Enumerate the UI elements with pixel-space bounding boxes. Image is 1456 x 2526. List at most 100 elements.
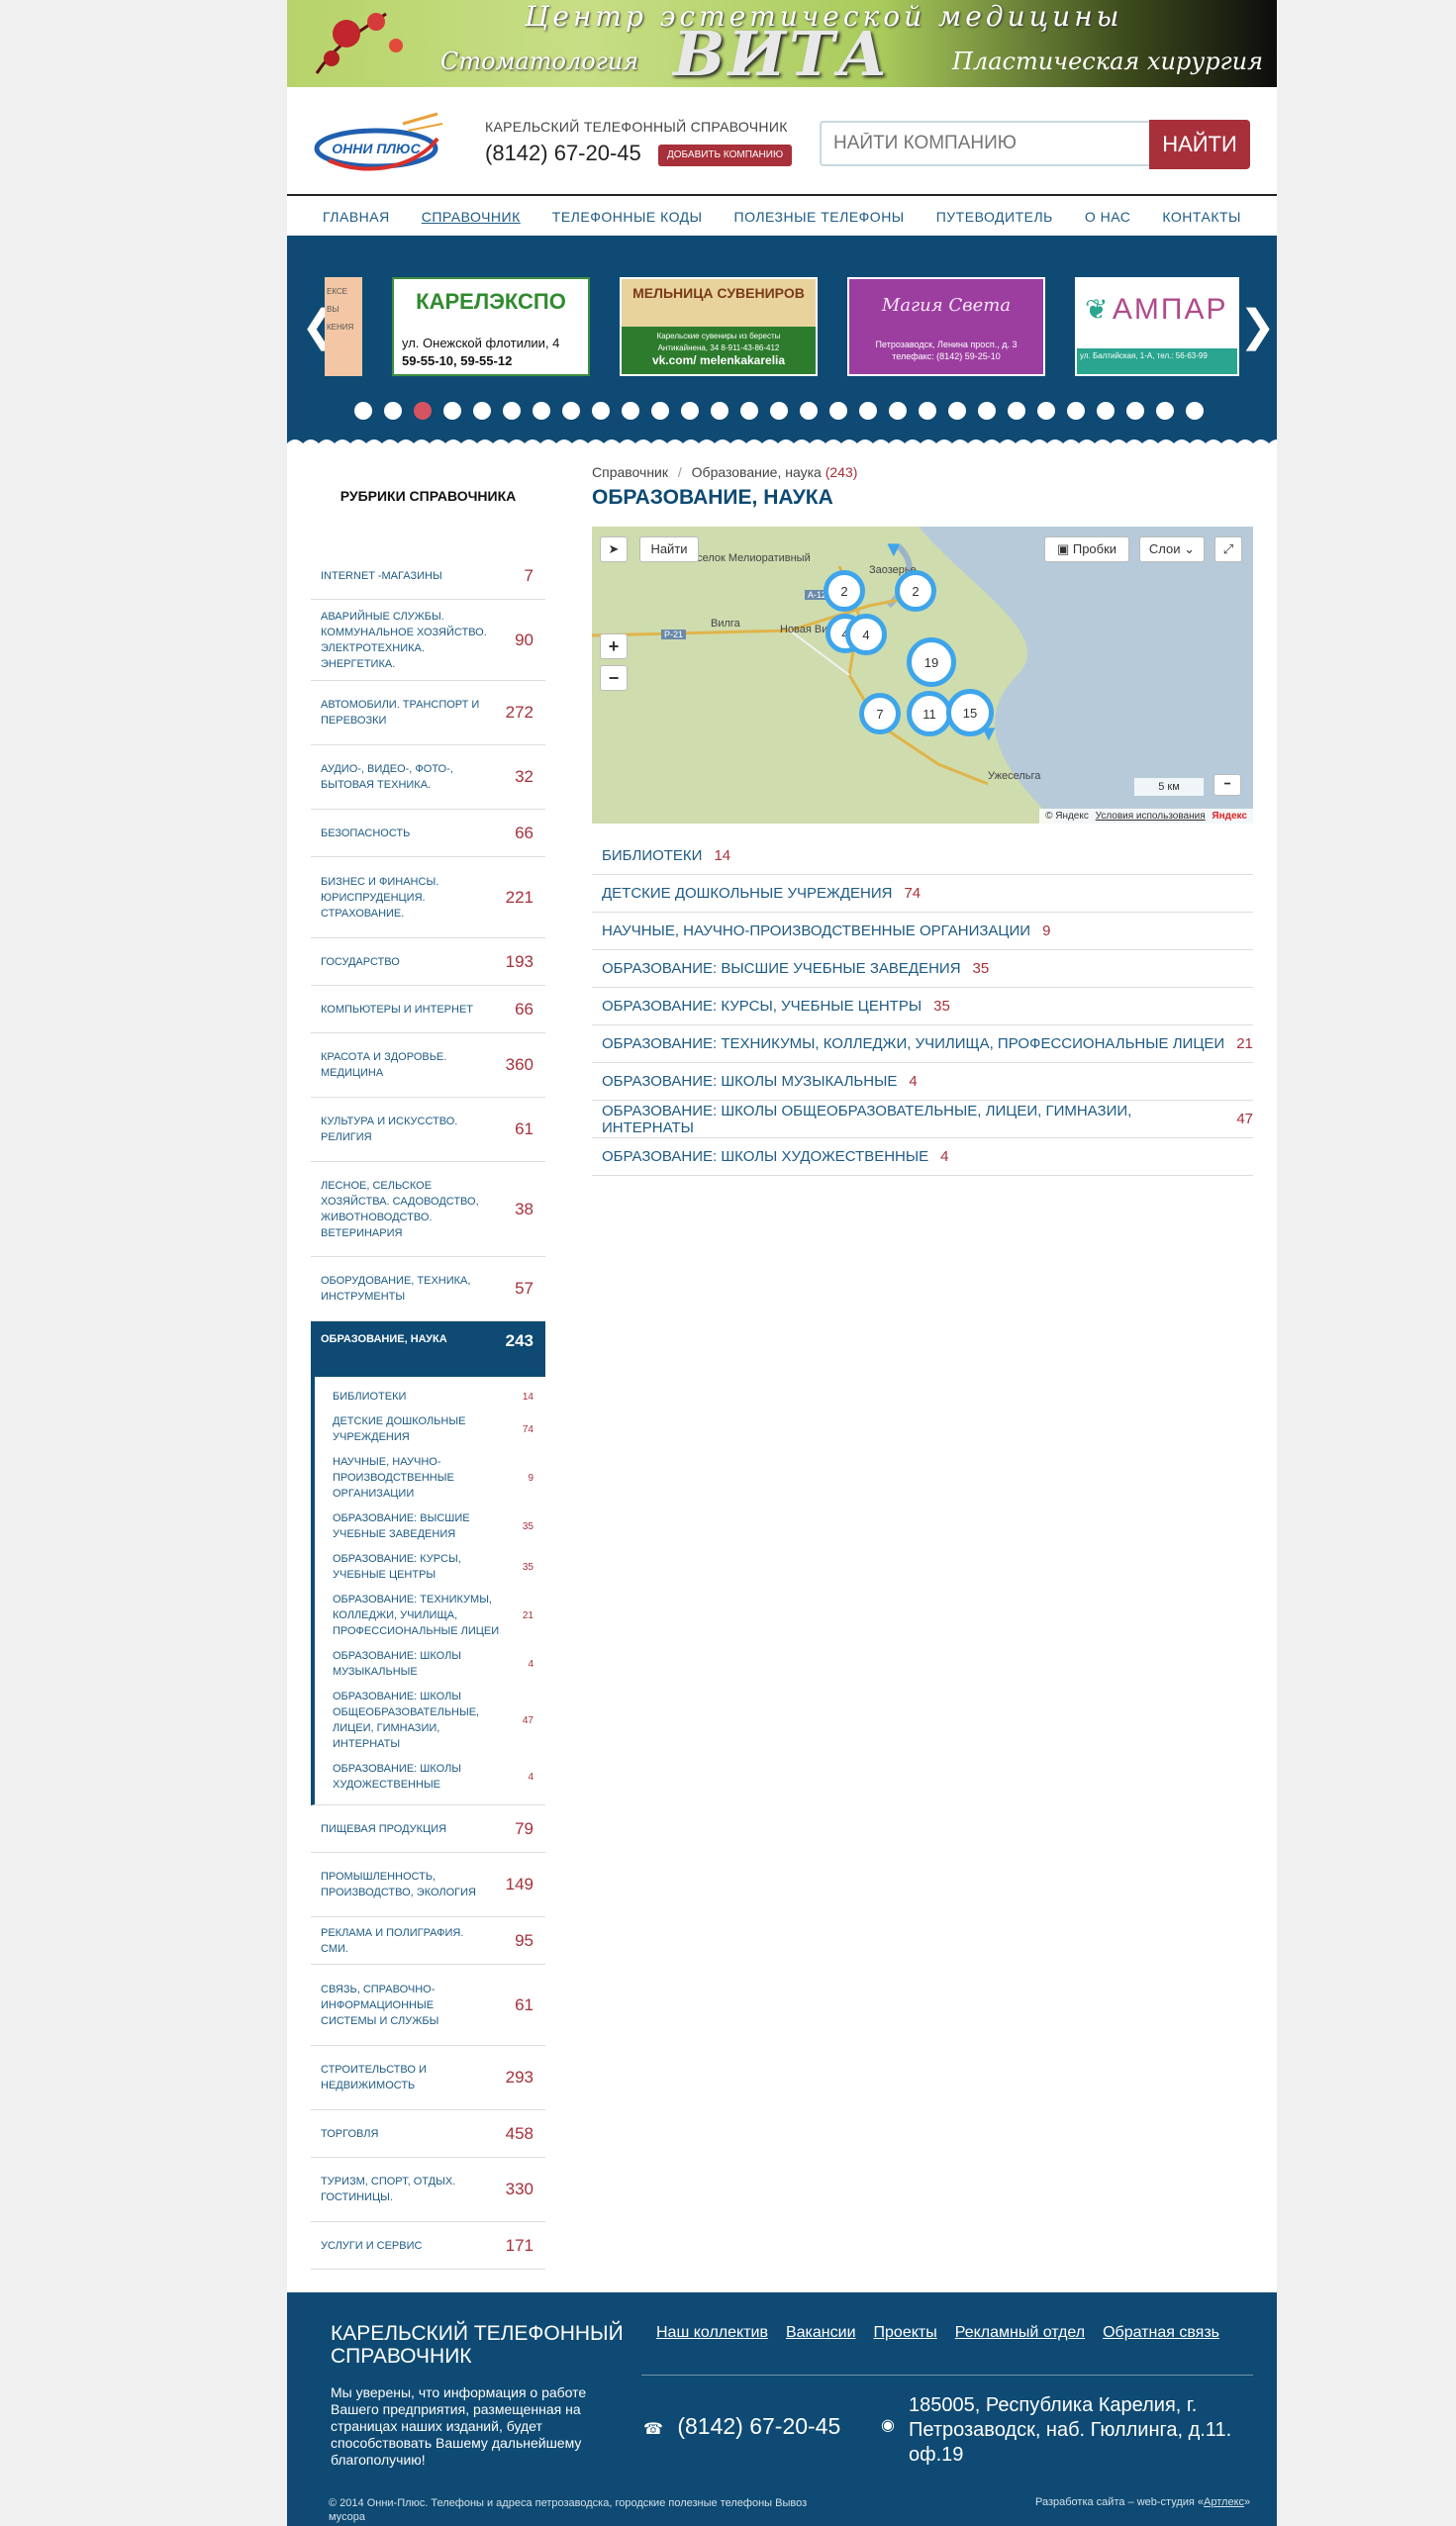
carousel-dot[interactable] <box>681 402 699 420</box>
map-pin-icon[interactable]: ▼ <box>883 536 905 562</box>
nav-guide[interactable]: ПУТЕВОДИТЕЛЬ <box>936 209 1053 225</box>
traffic-button[interactable]: ▣ Пробки <box>1044 536 1129 562</box>
footer-link-team[interactable]: Наш коллектив <box>656 2324 768 2342</box>
nav-home[interactable]: ГЛАВНАЯ <box>323 209 390 225</box>
sidebar-item[interactable]: КУЛЬТУРА И ИСКУССТВО. РЕЛИГИЯ 61 <box>311 1098 545 1162</box>
carousel-slide-partial[interactable]: ЕКСЕ ВЫ КЕНИЯ <box>325 277 362 376</box>
category-row[interactable]: ОБРАЗОВАНИЕ: КУРСЫ, УЧЕБНЫЕ ЦЕНТРЫ 35 <box>592 988 1253 1025</box>
footer-link-feedback[interactable]: Обратная связь <box>1103 2324 1219 2342</box>
sidebar-item[interactable]: ОБОРУДОВАНИЕ, ТЕХНИКА, ИНСТРУМЕНТЫ 57 <box>311 1257 545 1321</box>
carousel-dot[interactable] <box>1186 402 1204 420</box>
sidebar-item[interactable]: УСЛУГИ И СЕРВИС 171 <box>311 2222 545 2270</box>
category-row[interactable]: ОБРАЗОВАНИЕ: ШКОЛЫ ХУДОЖЕСТВЕННЫЕ 4 <box>592 1138 1253 1176</box>
category-link[interactable]: ОБРАЗОВАНИЕ: ШКОЛЫ ХУДОЖЕСТВЕННЫЕ <box>602 1148 928 1165</box>
carousel-dot[interactable] <box>443 402 461 420</box>
sidebar-item[interactable]: БЕЗОПАСНОСТЬ 66 <box>311 810 545 857</box>
sidebar-item[interactable]: БИЗНЕС И ФИНАНСЫ. ЮРИСПРУДЕНЦИЯ. СТРАХОВ… <box>311 857 545 938</box>
category-row[interactable]: ОБРАЗОВАНИЕ: ШКОЛЫ ОБЩЕОБРАЗОВАТЕЛЬНЫЕ, … <box>592 1101 1253 1138</box>
yandex-map[interactable]: Заозерье поселок Мелиоративный Вилга Нов… <box>592 527 1253 824</box>
carousel-dot[interactable] <box>1097 402 1115 420</box>
fullscreen-button[interactable]: ⤢ <box>1214 536 1242 562</box>
carousel-dot[interactable] <box>1156 402 1174 420</box>
sidebar-item[interactable]: ПРОМЫШЛЕННОСТЬ, ПРОИЗВОДСТВО, ЭКОЛОГИЯ 14… <box>311 1853 545 1917</box>
layers-button[interactable]: Слои ⌄ <box>1139 536 1205 562</box>
carousel-slide-magia-sveta[interactable]: Магия Света Петрозаводск, Ленина просп.,… <box>847 277 1045 376</box>
sidebar-item[interactable]: КРАСОТА И ЗДОРОВЬЕ. МЕДИЦИНА 360 <box>311 1033 545 1098</box>
sidebar-item-active[interactable]: ОБРАЗОВАНИЕ, НАУКА 243 <box>311 1321 545 1377</box>
map-cluster[interactable]: 2 <box>895 570 936 612</box>
zoom-in-button[interactable]: + <box>600 633 628 659</box>
category-link[interactable]: ДЕТСКИЕ ДОШКОЛЬНЫЕ УЧРЕЖДЕНИЯ <box>602 885 892 902</box>
sidebar-item[interactable]: АВТОМОБИЛИ. ТРАНСПОРТ И ПЕРЕВОЗКИ 272 <box>311 681 545 745</box>
sidebar-item[interactable]: INTERNET -МАГАЗИНЫ 7 <box>311 552 545 600</box>
map-cluster[interactable]: 19 <box>907 637 956 687</box>
category-link[interactable]: НАУЧНЫЕ, НАУЧНО-ПРОИЗВОДСТВЕННЫЕ ОРГАНИЗ… <box>602 923 1030 939</box>
ruler-button[interactable]: ━ <box>1213 774 1241 796</box>
nav-phone-codes[interactable]: ТЕЛЕФОННЫЕ КОДЫ <box>552 209 703 225</box>
category-link[interactable]: ОБРАЗОВАНИЕ: ВЫСШИЕ УЧЕБНЫЕ ЗАВЕДЕНИЯ <box>602 960 961 977</box>
footer-link-vacancies[interactable]: Вакансии <box>786 2324 856 2342</box>
sidebar-subitem[interactable]: ОБРАЗОВАНИЕ: ШКОЛЫ ХУДОЖЕСТВЕННЫЕ 4 <box>333 1761 534 1793</box>
carousel-dot[interactable] <box>859 402 877 420</box>
sidebar-subitem[interactable]: ОБРАЗОВАНИЕ: ТЕХНИКУМЫ, КОЛЛЕДЖИ, УЧИЛИЩ… <box>333 1592 534 1639</box>
footer-link-projects[interactable]: Проекты <box>874 2324 937 2342</box>
sidebar-item[interactable]: АУДИО-, ВИДЕО-, ФОТО-, БЫТОВАЯ ТЕХНИКА. 3… <box>311 745 545 810</box>
map-find-button[interactable]: Найти <box>639 536 699 562</box>
onni-plus-logo[interactable]: ОННИ ПЛЮС <box>309 109 447 178</box>
carousel-dot[interactable] <box>1008 402 1025 420</box>
carousel-next-arrow-icon[interactable]: ❯ <box>1239 305 1276 348</box>
sidebar-item[interactable]: СТРОИТЕЛЬСТВО И НЕДВИЖИМОСТЬ 293 <box>311 2046 545 2110</box>
search-button[interactable]: НАЙТИ <box>1149 120 1250 169</box>
sidebar-item[interactable]: ЛЕСНОЕ, СЕЛЬСКОЕ ХОЗЯЙСТВА. САДОВОДСТВО,… <box>311 1162 545 1257</box>
carousel-slide-karelexpo[interactable]: КАРЕЛЭКСПО ул. Онежской флотилии, 4 59-5… <box>392 277 590 376</box>
carousel-slide-ampar[interactable]: ❦ АМПАР ул. Балтийская, 1-А, тел.: 56-63… <box>1075 277 1239 376</box>
sidebar-item[interactable]: ТОРГОВЛЯ 458 <box>311 2110 545 2158</box>
nav-useful-phones[interactable]: ПОЛЕЗНЫЕ ТЕЛЕФОНЫ <box>734 209 905 225</box>
carousel-dot[interactable] <box>651 402 669 420</box>
carousel-dot[interactable] <box>354 402 372 420</box>
sidebar-subitem[interactable]: ДЕТСКИЕ ДОШКОЛЬНЫЕ УЧРЕЖДЕНИЯ 74 <box>333 1413 534 1445</box>
category-row[interactable]: БИБЛИОТЕКИ 14 <box>592 837 1253 875</box>
carousel-dot[interactable] <box>829 402 847 420</box>
carousel-dot[interactable] <box>740 402 758 420</box>
sidebar-item[interactable]: РЕКЛАМА И ПОЛИГРАФИЯ. СМИ. 95 <box>311 1917 545 1965</box>
sidebar-subitem[interactable]: БИБЛИОТЕКИ 14 <box>333 1389 534 1405</box>
carousel-slide-melnitsa[interactable]: МЕЛЬНИЦА СУВЕНИРОВ Карельские сувениры и… <box>620 277 818 376</box>
developer-link[interactable]: Артлекс <box>1204 2496 1244 2508</box>
carousel-dot[interactable] <box>533 402 550 420</box>
category-link[interactable]: БИБЛИОТЕКИ <box>602 847 702 864</box>
sidebar-item[interactable]: ПИЩЕВАЯ ПРОДУКЦИЯ 79 <box>311 1805 545 1853</box>
sidebar-item[interactable]: ТУРИЗМ, СПОРТ, ОТДЫХ. ГОСТИНИЦЫ. 330 <box>311 2158 545 2222</box>
map-cluster[interactable]: 4 <box>845 614 887 655</box>
sidebar-subitem[interactable]: НАУЧНЫЕ, НАУЧНО-ПРОИЗВОДСТВЕННЫЕ ОРГАНИЗ… <box>333 1454 534 1502</box>
zoom-out-button[interactable]: − <box>600 665 628 691</box>
vita-ad-banner[interactable]: Центр эстетической медицины Стоматология… <box>287 0 1277 87</box>
carousel-dot[interactable] <box>978 402 996 420</box>
sidebar-item[interactable]: АВАРИЙНЫЕ СЛУЖБЫ. КОММУНАЛЬНОЕ ХОЗЯЙСТВО… <box>311 600 545 681</box>
map-cluster[interactable]: 7 <box>859 693 901 734</box>
category-link[interactable]: ОБРАЗОВАНИЕ: ШКОЛЫ ОБЩЕОБРАЗОВАТЕЛЬНЫЕ, … <box>602 1103 1224 1136</box>
map-terms-link[interactable]: Условия использования <box>1096 811 1206 822</box>
carousel-dot[interactable] <box>1037 402 1055 420</box>
category-row[interactable]: ДЕТСКИЕ ДОШКОЛЬНЫЕ УЧРЕЖДЕНИЯ 74 <box>592 875 1253 913</box>
nav-contacts[interactable]: КОНТАКТЫ <box>1162 209 1241 225</box>
sidebar-item[interactable]: КОМПЬЮТЕРЫ И ИНТЕРНЕТ 66 <box>311 986 545 1033</box>
carousel-dot[interactable] <box>1126 402 1144 420</box>
category-row[interactable]: ОБРАЗОВАНИЕ: ТЕХНИКУМЫ, КОЛЛЕДЖИ, УЧИЛИЩ… <box>592 1025 1253 1063</box>
carousel-dot[interactable] <box>711 402 728 420</box>
category-link[interactable]: ОБРАЗОВАНИЕ: ТЕХНИКУМЫ, КОЛЛЕДЖИ, УЧИЛИЩ… <box>602 1035 1224 1052</box>
sidebar-subitem[interactable]: ОБРАЗОВАНИЕ: ШКОЛЫ МУЗЫКАЛЬНЫЕ 4 <box>333 1648 534 1680</box>
category-row[interactable]: ОБРАЗОВАНИЕ: ВЫСШИЕ УЧЕБНЫЕ ЗАВЕДЕНИЯ 35 <box>592 950 1253 988</box>
category-link[interactable]: ОБРАЗОВАНИЕ: ШКОЛЫ МУЗЫКАЛЬНЫЕ <box>602 1073 897 1090</box>
sidebar-item[interactable]: СВЯЗЬ, СПРАВОЧНО-ИНФОРМАЦИОННЫЕ СИСТЕМЫ … <box>311 1965 545 2046</box>
sidebar-subitem[interactable]: ОБРАЗОВАНИЕ: ВЫСШИЕ УЧЕБНЫЕ ЗАВЕДЕНИЯ 35 <box>333 1510 534 1542</box>
map-pin-icon[interactable]: ▼ <box>978 721 1000 746</box>
category-row[interactable]: НАУЧНЫЕ, НАУЧНО-ПРОИЗВОДСТВЕННЫЕ ОРГАНИЗ… <box>592 913 1253 950</box>
category-row[interactable]: ОБРАЗОВАНИЕ: ШКОЛЫ МУЗЫКАЛЬНЫЕ 4 <box>592 1063 1253 1101</box>
carousel-dot[interactable] <box>414 402 432 420</box>
carousel-dot[interactable] <box>384 402 402 420</box>
carousel-dot[interactable] <box>770 402 788 420</box>
add-company-button[interactable]: ДОБАВИТЬ КОМПАНИЮ <box>658 145 793 166</box>
carousel-dot[interactable] <box>889 402 907 420</box>
geolocation-button[interactable]: ➤ <box>600 536 628 562</box>
